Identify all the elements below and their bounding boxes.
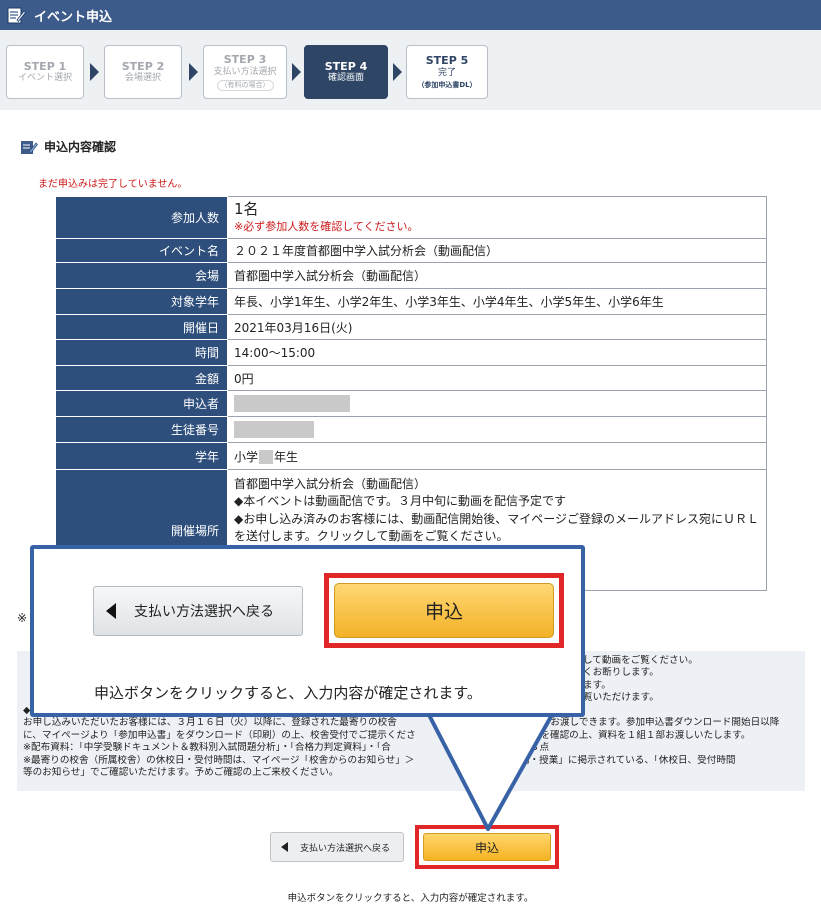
- participants-value: 1名: [234, 200, 259, 219]
- table-row: 時間 14:00～15:00: [55, 339, 767, 366]
- step-5-number: STEP 5: [425, 54, 469, 68]
- section-title: 申込内容確認: [44, 140, 117, 154]
- not-completed-notice: まだ申込みは完了していません。: [38, 179, 188, 190]
- step-1-number: STEP 1: [23, 59, 67, 73]
- back-arrow-icon: [281, 842, 288, 852]
- edit-form-icon: [21, 140, 38, 154]
- row-label: 学年: [55, 442, 228, 470]
- confirmation-table: 参加人数 1名 ※必ず参加人数を確認してください。 イベント名 ２０２１年度首都…: [55, 196, 767, 591]
- step-arrow-icon: [90, 63, 99, 81]
- step-3-note: （有料の場合）: [216, 80, 274, 91]
- table-row: 生徒番号: [55, 416, 767, 443]
- apply-button[interactable]: 申込: [423, 833, 551, 861]
- table-row: 金額 0円: [55, 365, 767, 391]
- applicant-value: [227, 390, 767, 417]
- step-1-label: イベント選択: [17, 73, 72, 84]
- step-2: STEP 2 会場選択: [104, 45, 182, 99]
- application-form-icon: [7, 7, 26, 24]
- callout-apply-label: 申込: [424, 601, 463, 623]
- row-label: 対象学年: [55, 288, 228, 315]
- step-arrow-icon: [393, 63, 402, 81]
- step-3-label: 支払い方法選択: [213, 66, 277, 77]
- info-line: 等のお知らせ」でご確認いただけます。予めご確認の上ご来校ください。: [23, 767, 339, 779]
- venue-value: 首都圏中学入試分析会（動画配信）: [227, 262, 767, 289]
- step-arrow-icon: [292, 63, 301, 81]
- table-row: イベント名 ２０２１年度首都圏中学入試分析会（動画配信）: [55, 238, 767, 263]
- callout-back-button[interactable]: 支払い方法選択へ戻る: [93, 586, 303, 636]
- grade-prefix: 小学: [234, 449, 259, 464]
- place-line: 首都圏中学入試分析会（動画配信）: [234, 477, 427, 491]
- table-row: 申込者: [55, 390, 767, 417]
- table-row: 参加人数 1名 ※必ず参加人数を確認してください。: [55, 196, 767, 239]
- table-row: 学年 小学 年生: [55, 442, 767, 470]
- date-value: 2021年03月16日(火): [227, 314, 767, 340]
- row-label: 生徒番号: [55, 416, 228, 443]
- participants-cell: 1名 ※必ず参加人数を確認してください。: [227, 196, 767, 239]
- student-number-value: [227, 416, 767, 443]
- confirm-hint-text: 申込ボタンをクリックすると、入力内容が確定されます。: [287, 893, 534, 904]
- row-label: 参加人数: [55, 196, 228, 239]
- redacted-block: [234, 395, 350, 412]
- time-value: 14:00～15:00: [227, 339, 767, 366]
- step-1: STEP 1 イベント選択: [6, 45, 84, 99]
- section-heading: 申込内容確認: [20, 138, 116, 155]
- step-5-label: 完了: [437, 67, 456, 78]
- step-3: STEP 3 支払い方法選択 （有料の場合）: [203, 45, 287, 99]
- place-line: ◆本イベントは動画配信です。３月中旬に動画を配信予定です: [234, 494, 567, 509]
- table-row: 対象学年 年長、小学1年生、小学2年生、小学3年生、小学4年生、小学5年生、小学…: [55, 288, 767, 315]
- callout-apply-button[interactable]: 申込: [334, 583, 554, 638]
- callout-back-label: 支払い方法選択へ戻る: [134, 604, 274, 620]
- row-label: 会場: [55, 262, 228, 289]
- step-2-label: 会場選択: [124, 73, 161, 84]
- callout-hint-text: 申込ボタンをクリックすると、入力内容が確定されます。: [94, 684, 482, 702]
- step-progress: STEP 1 イベント選択 STEP 2 会場選択 STEP 3 支払い方法選択…: [0, 30, 821, 110]
- step-4-number: STEP 4: [324, 59, 368, 73]
- step-4-current: STEP 4 確認画面: [304, 45, 388, 99]
- step-4-label: 確認画面: [327, 73, 364, 84]
- info-line: に、マイページより「参加申込書」をダウンロード（印刷）の上、校舎受付でご提示くだ…: [23, 729, 751, 741]
- amount-value: 0円: [227, 365, 767, 391]
- row-label: 開催日: [55, 314, 228, 340]
- step-3-number: STEP 3: [223, 53, 267, 67]
- note-marker: ※: [17, 611, 28, 625]
- step-2-number: STEP 2: [121, 59, 165, 73]
- apply-button-label: 申込: [474, 840, 499, 855]
- step-5-note: （参加申込書DL）: [417, 81, 477, 90]
- back-to-payment-button[interactable]: 支払い方法選択へ戻る: [270, 832, 404, 862]
- grade-suffix: 年生: [274, 449, 299, 464]
- info-line: ※配布資料：「中学受験ドキュメント＆教科別入試問題分析」・「合格力判定資料」・「…: [23, 742, 550, 754]
- page-title: イベント申込: [34, 9, 113, 25]
- info-line: ※最寄りの校舎（所属校舎）の休校日・受付時間は、マイページ「校舎からのお知らせ」…: [23, 754, 736, 766]
- row-label: イベント名: [55, 238, 228, 263]
- place-line: を送付します。クリックして動画をご覧ください。: [234, 529, 509, 544]
- redacted-block: [259, 450, 274, 464]
- title-bar: イベント申込: [0, 0, 821, 30]
- participants-warning: ※必ず参加人数を確認してください。: [234, 219, 419, 233]
- step-5: STEP 5 完了 （参加申込書DL）: [406, 45, 488, 99]
- row-label: 金額: [55, 365, 228, 391]
- table-row: 会場 首都圏中学入試分析会（動画配信）: [55, 262, 767, 289]
- step-arrow-icon: [189, 63, 198, 81]
- event-name-value: ２０２１年度首都圏中学入試分析会（動画配信）: [227, 238, 767, 263]
- back-arrow-icon: [106, 603, 116, 619]
- back-button-label: 支払い方法選択へ戻る: [300, 843, 391, 854]
- redacted-block: [234, 421, 314, 438]
- row-label: 時間: [55, 339, 228, 366]
- grade-value: 小学 年生: [227, 442, 767, 470]
- zoom-callout: 支払い方法選択へ戻る 申込 申込ボタンをクリックすると、入力内容が確定されます。: [30, 545, 585, 717]
- table-row: 開催日 2021年03月16日(火): [55, 314, 767, 340]
- row-label: 申込者: [55, 390, 228, 417]
- place-line: ◆お申し込み済みのお客様には、動画配信開始後、マイページご登録のメールアドレス宛…: [234, 511, 759, 526]
- info-line: お申し込みいただいたお客様には、３月１６日（火）以降に、登録された最寄りの校舎 …: [23, 717, 780, 729]
- grade-target-value: 年長、小学1年生、小学2年生、小学3年生、小学4年生、小学5年生、小学6年生: [227, 288, 767, 315]
